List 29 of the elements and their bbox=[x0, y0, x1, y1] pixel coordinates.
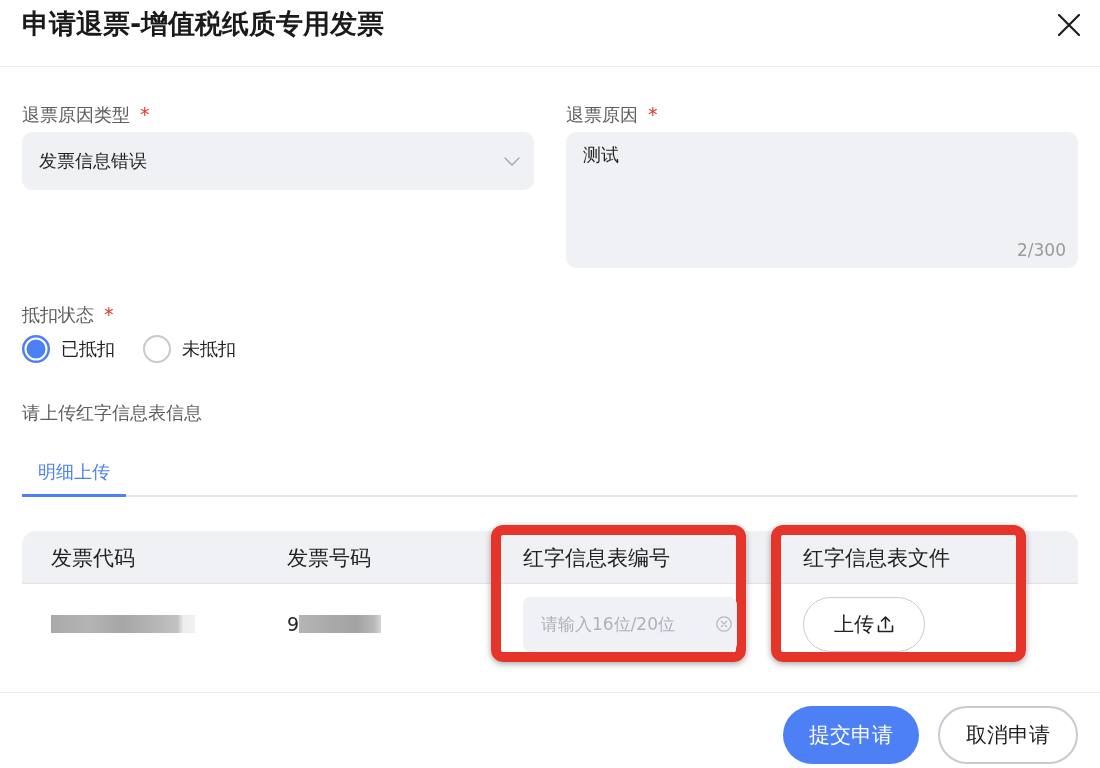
upload-icon bbox=[877, 615, 894, 633]
tab[interactable]: 明细上传 bbox=[22, 460, 126, 497]
field-label: 退票原因 bbox=[566, 103, 638, 127]
text-area[interactable]: 测试 2/300 bbox=[566, 132, 1078, 268]
char-counter: 2/300 bbox=[1017, 239, 1066, 262]
input-field[interactable]: 请输入16位/20位 bbox=[523, 596, 737, 652]
radio-button[interactable] bbox=[143, 335, 171, 363]
required-mark: * bbox=[648, 102, 658, 126]
dialog-title: 申请退票-增值税纸质专用发票 bbox=[22, 7, 385, 41]
submit-button[interactable]: 提交申请 bbox=[783, 706, 919, 764]
column-header: 发票代码 bbox=[51, 544, 135, 572]
column-header: 发票号码 bbox=[287, 544, 371, 572]
radio-label[interactable]: 未抵扣 bbox=[182, 337, 236, 361]
cancel-button[interactable]: 取消申请 bbox=[938, 706, 1078, 764]
field-label: 抵扣状态 bbox=[22, 303, 94, 327]
invoice-number-text: 9 bbox=[287, 612, 300, 636]
select-field[interactable]: 发票信息错误 bbox=[22, 132, 534, 190]
field-label: 退票原因类型 bbox=[22, 103, 130, 127]
radio-label[interactable]: 已抵扣 bbox=[61, 337, 115, 361]
close-icon[interactable] bbox=[1058, 14, 1080, 36]
column-header: 红字信息表文件 bbox=[803, 544, 950, 572]
upload-button[interactable]: 上传 bbox=[803, 596, 925, 652]
section-label: 请上传红字信息表信息 bbox=[22, 401, 202, 425]
required-mark: * bbox=[104, 302, 114, 326]
radio-button[interactable] bbox=[22, 335, 50, 363]
required-mark: * bbox=[140, 102, 150, 126]
chevron-down-icon bbox=[504, 156, 520, 166]
column-header: 红字信息表编号 bbox=[523, 544, 670, 572]
text-area-value: 测试 bbox=[583, 143, 619, 167]
